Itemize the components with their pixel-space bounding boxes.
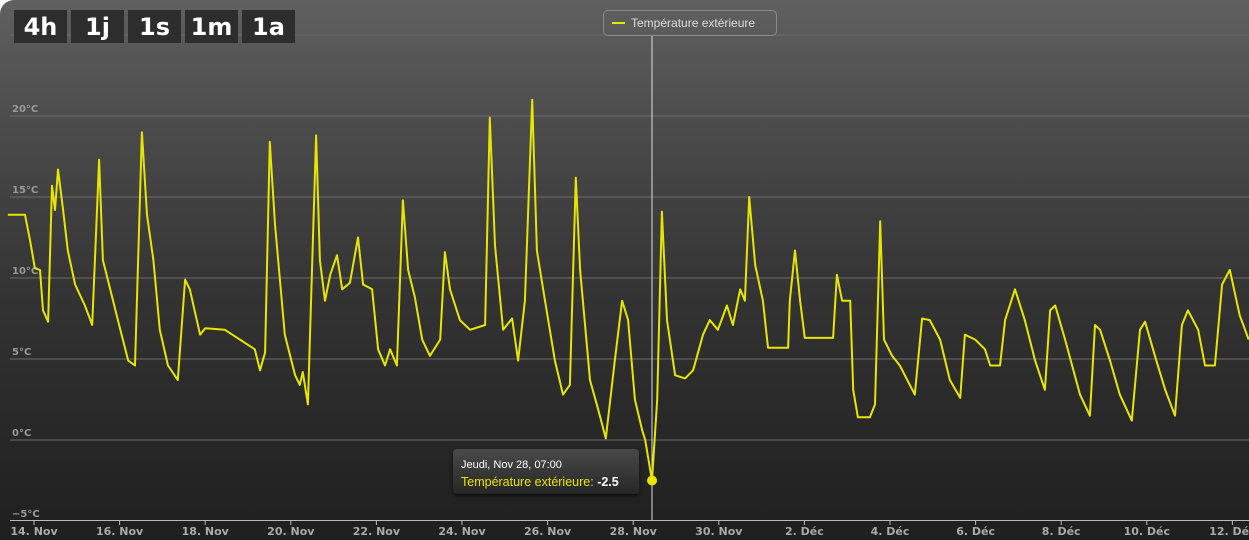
y-tick-label: 5°C — [12, 347, 31, 358]
tooltip-value: -2.5 — [597, 475, 619, 489]
x-tick-label: 6. Déc — [956, 525, 995, 538]
x-tick-label: 28. Nov — [610, 525, 658, 538]
tooltip-date: Jeudi, Nov 28, 07:00 — [461, 459, 562, 471]
series-line-temperature[interactable] — [7, 98, 1249, 482]
legend-label: Température extérieure — [631, 16, 756, 30]
range-button-1s[interactable]: 1s — [128, 10, 181, 43]
x-tick-label: 24. Nov — [438, 525, 486, 538]
x-tick-label: 22. Nov — [353, 525, 401, 538]
x-tick-label: 2. Déc — [785, 525, 824, 538]
x-tick-label: 4. Déc — [871, 525, 910, 538]
y-tick-label: 15°C — [12, 185, 38, 196]
y-tick-label: 20°C — [12, 104, 38, 115]
range-button-1m[interactable]: 1m — [185, 10, 238, 43]
range-button-1j[interactable]: 1j — [71, 10, 124, 43]
x-tick-label: 16. Nov — [96, 525, 144, 538]
tooltip-series: Température extérieure: -2.5 — [461, 475, 619, 489]
temperature-chart: −5°C 0°C 5°C 10°C 15°C 20°C 14. Nov 16. Nov 18. … — [0, 0, 1249, 540]
x-tick-label: 8. Déc — [1042, 525, 1081, 538]
x-tick-label: 14. Nov — [10, 525, 58, 538]
range-button-4h[interactable]: 4h — [14, 10, 67, 43]
legend-item-temperature[interactable]: Température extérieure — [603, 10, 777, 36]
x-tick-label: 20. Nov — [267, 525, 315, 538]
x-tick-label: 18. Nov — [182, 525, 230, 538]
range-button-1a[interactable]: 1a — [242, 10, 295, 43]
x-tick-label: 12. Déc — [1209, 525, 1249, 538]
legend-swatch — [612, 22, 625, 24]
y-tick-label: 0°C — [12, 428, 31, 439]
x-tick-label: 26. Nov — [524, 525, 572, 538]
highlight-point[interactable] — [647, 475, 658, 486]
x-tick-label: 30. Nov — [695, 525, 743, 538]
tooltip: Jeudi, Nov 28, 07:00 Température extérie… — [453, 449, 639, 494]
range-selector: 4h 1j 1s 1m 1a — [14, 10, 295, 43]
tooltip-series-name: Température extérieure: — [461, 475, 594, 489]
x-tick-label: 10. Déc — [1124, 525, 1170, 538]
y-tick-label: −5°C — [12, 509, 40, 520]
